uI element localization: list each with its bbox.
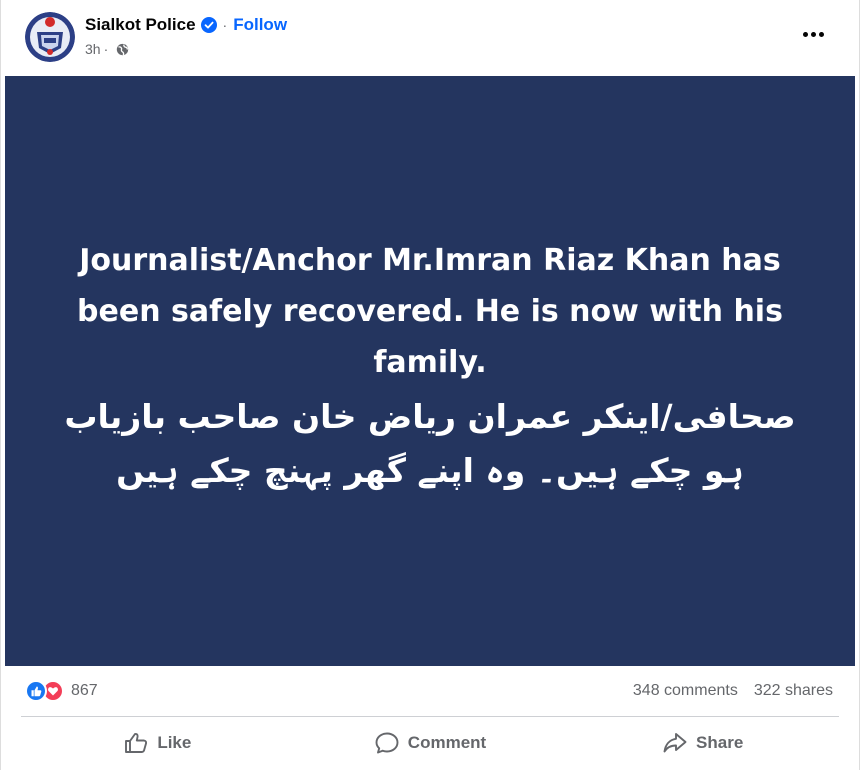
post-image[interactable]: Journalist/Anchor Mr.Imran Riaz Khan has… [5, 76, 855, 666]
post-card: Sialkot Police · Follow 3h · Journalist/… [0, 0, 860, 770]
engagement-counts: 348 comments 322 shares [633, 682, 833, 700]
actions-divider [21, 716, 839, 717]
comment-label: Comment [407, 733, 487, 752]
follow-button[interactable]: Follow [233, 15, 287, 35]
comments-count[interactable]: 348 comments [633, 682, 738, 700]
globe-icon [117, 43, 129, 55]
shares-count[interactable]: 322 shares [754, 682, 833, 700]
share-label: Share [696, 733, 744, 752]
reaction-count: 867 [71, 682, 98, 699]
police-logo-icon [25, 12, 75, 62]
comment-icon [375, 732, 399, 754]
comment-button[interactable]: Comment [294, 720, 567, 766]
like-button[interactable]: Like [21, 720, 294, 766]
like-reaction-icon [25, 680, 47, 702]
post-image-urdu-text: صحافی/اینکر عمران ریاض خان صاحب بازیاب ہ… [64, 396, 796, 490]
thumbs-up-icon [125, 732, 148, 753]
name-row: Sialkot Police · Follow [85, 14, 287, 36]
post-meta: 3h · [85, 39, 129, 59]
page-name[interactable]: Sialkot Police [85, 15, 196, 35]
share-button[interactable]: Share [566, 720, 839, 766]
separator-dot: · [222, 17, 228, 33]
reactions-summary[interactable]: 867 [25, 680, 98, 702]
page-avatar[interactable] [25, 12, 75, 62]
like-label: Like [157, 733, 192, 752]
ellipsis-icon[interactable] [799, 22, 827, 46]
post-header: Sialkot Police · Follow 3h · [1, 0, 859, 76]
post-image-english-text: Journalist/Anchor Mr.Imran Riaz Khan has… [77, 242, 783, 380]
post-actions: Like Comment Share [21, 720, 839, 766]
verified-badge-icon [200, 17, 217, 33]
post-time[interactable]: 3h [85, 41, 101, 57]
post-stats: 867 348 comments 322 shares [1, 676, 859, 708]
meta-separator-dot: · [103, 41, 109, 57]
share-icon [663, 733, 687, 753]
